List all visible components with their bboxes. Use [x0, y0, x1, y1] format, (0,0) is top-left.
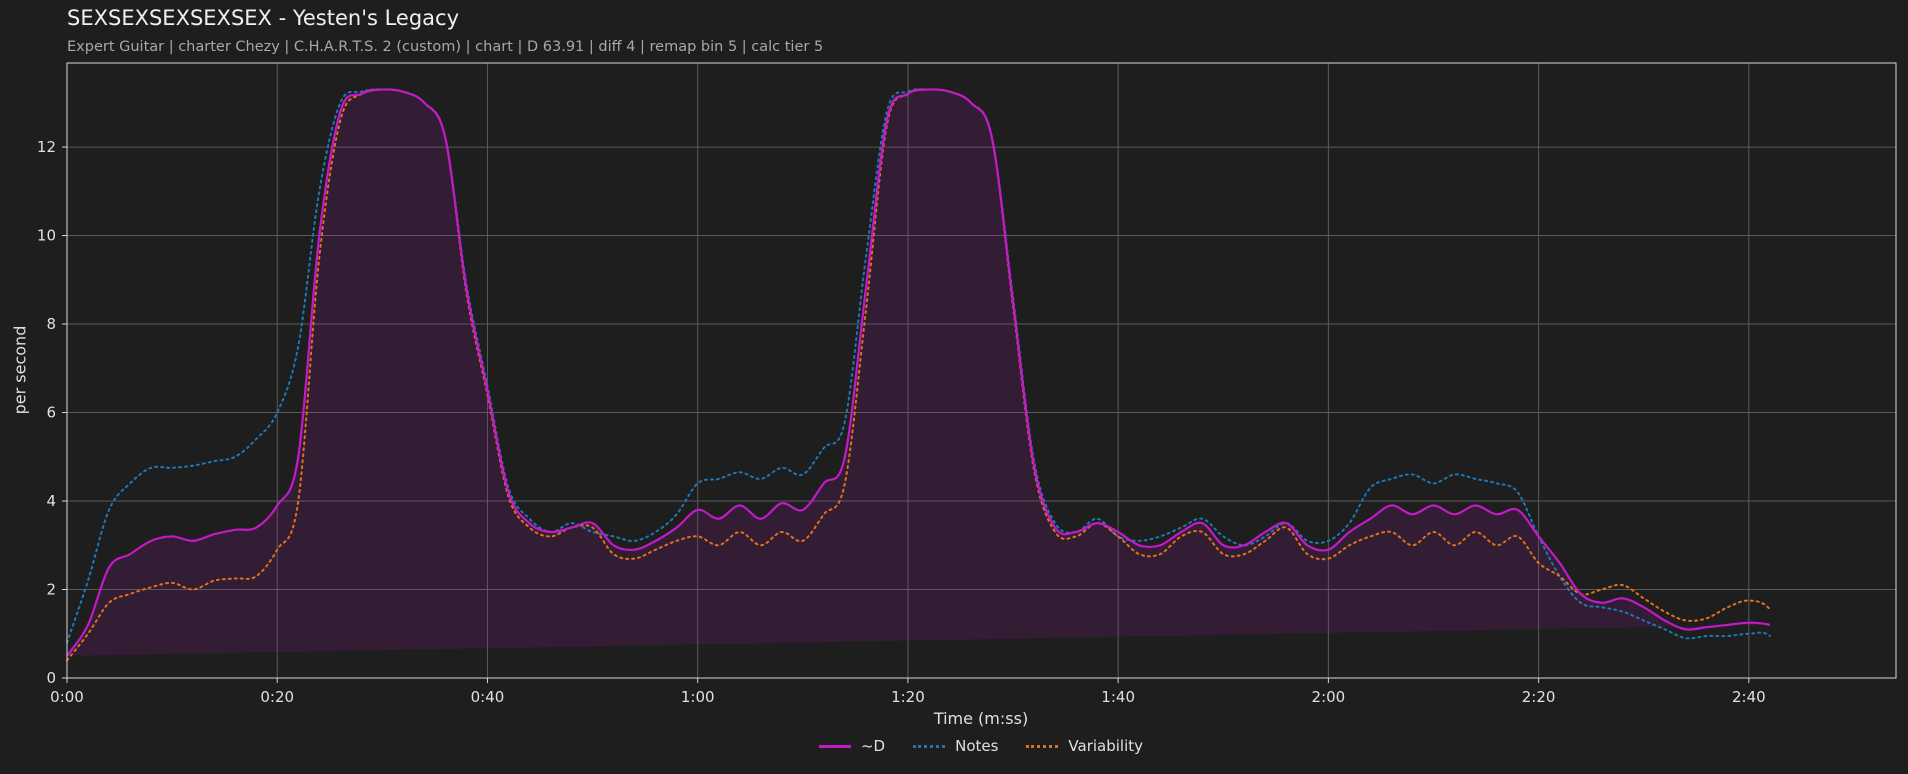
y-axis-ticks: 0 2 4 6 8 10 12: [37, 138, 67, 687]
chart-subtitle: Expert Guitar | charter Chezy | C.H.A.R.…: [67, 39, 824, 55]
x-tick-label: 1:20: [891, 688, 925, 706]
legend-swatch-d: [818, 744, 851, 748]
legend-item-d: ~D: [818, 737, 886, 755]
y-axis-label: per second: [10, 325, 30, 415]
x-tick-label: 0:40: [471, 688, 505, 706]
y-tick-label: 2: [46, 581, 56, 599]
legend-label-d: ~D: [860, 737, 886, 755]
chart-canvas: 0:00 0:20 0:40 1:00 1:20 1:40 2:00 2:20 2:40 0 2 4…: [37, 62, 1897, 706]
x-tick-label: 0:00: [50, 688, 84, 706]
legend-label-notes: Notes: [955, 737, 999, 755]
x-tick-label: 1:40: [1101, 688, 1135, 706]
y-tick-label: 10: [37, 227, 56, 245]
legend-label-variability: Variability: [1068, 737, 1144, 755]
y-tick-label: 6: [46, 404, 56, 422]
legend: ~D Notes Variability: [0, 737, 1908, 755]
legend-swatch-notes: [913, 744, 946, 748]
y-tick-label: 4: [46, 492, 56, 510]
legend-item-variability: Variability: [1026, 737, 1143, 755]
legend-swatch-variability: [1026, 744, 1059, 748]
x-tick-label: 2:20: [1522, 688, 1556, 706]
y-tick-label: 0: [46, 669, 56, 687]
x-axis-ticks: 0:00 0:20 0:40 1:00 1:20 1:40 2:00 2:20 2:40: [50, 678, 1766, 706]
legend-item-notes: Notes: [913, 737, 998, 755]
x-tick-label: 2:40: [1732, 688, 1766, 706]
x-tick-label: 0:20: [260, 688, 294, 706]
y-tick-label: 8: [46, 315, 56, 333]
chart-title: SEXSEXSEXSEXSEX - Yesten's Legacy: [67, 6, 460, 30]
x-tick-label: 2:00: [1312, 688, 1346, 706]
x-axis-label: Time (m:ss): [933, 709, 1029, 728]
y-tick-label: 12: [37, 138, 56, 156]
x-tick-label: 1:00: [681, 688, 715, 706]
